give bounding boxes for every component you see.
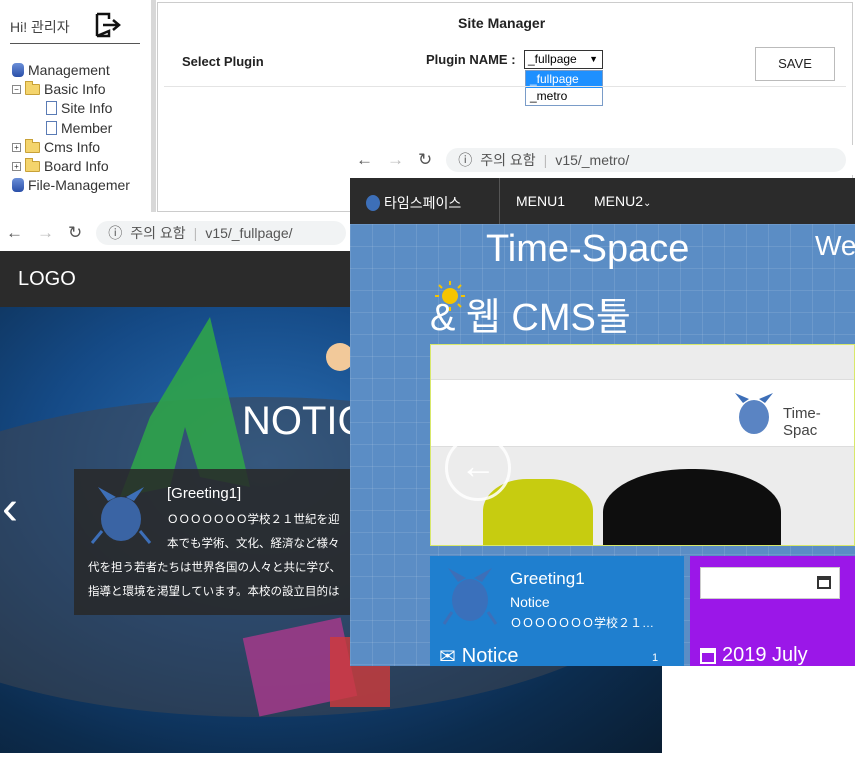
admin-sidebar: Hi! 관리자 Management − Basic Info Site Inf…: [0, 0, 152, 212]
select-plugin-label: Select Plugin: [182, 54, 264, 69]
tree-item-site-info[interactable]: Site Info: [46, 100, 112, 116]
hero-title: NOTIC: [242, 399, 367, 443]
folder-icon: [25, 80, 40, 95]
mascot-logo-icon: [735, 393, 773, 434]
plugin-dropdown-list: _fullpage _metro: [525, 70, 603, 106]
security-label: 주의 요함: [480, 152, 536, 168]
card-title: [Greeting1]: [167, 485, 242, 502]
address-bar-metro: ← → ↻ ⓘ 주의 요함 | v15/_metro/: [356, 145, 855, 175]
site-navbar: 타임스페이스 MENU1 MENU2⌄: [350, 178, 855, 224]
folder-icon: [25, 157, 40, 172]
plugin-select[interactable]: _fullpage ▼: [524, 50, 603, 69]
frame-splitter[interactable]: [151, 0, 156, 212]
mascot-icon: [366, 195, 380, 211]
separator: |: [543, 152, 548, 168]
date-input[interactable]: [700, 567, 840, 599]
url-box[interactable]: ⓘ 주의 요함 | v15/_fullpage/: [96, 221, 347, 245]
back-icon[interactable]: ←: [6, 223, 23, 243]
greeting-text: Hi! 관리자: [10, 19, 70, 35]
calendar-tile: 2019 July: [690, 556, 855, 666]
tile-title: Greeting1: [510, 569, 585, 588]
hero-title-line2: & 웹 CMS툴: [430, 297, 631, 339]
divider: [499, 178, 500, 224]
mascot-logo-icon: [90, 487, 152, 544]
url-box[interactable]: ⓘ 주의 요함 | v15/_metro/: [446, 148, 847, 172]
dropdown-arrow-icon: ▼: [589, 54, 598, 64]
url-text: v15/_fullpage/: [205, 225, 293, 241]
tree-item-cms-info[interactable]: + Cms Info: [12, 138, 100, 155]
envelope-icon: ✉: [439, 646, 456, 666]
card-text-line: 指導と環境を渇望しています。本校の設立目的は: [88, 586, 340, 598]
slider: Time-Spac ←: [430, 344, 855, 546]
globe-icon: [12, 63, 24, 77]
collapse-icon[interactable]: −: [12, 84, 21, 94]
divider: [164, 86, 846, 87]
nav-menu2[interactable]: MENU2⌄: [594, 193, 651, 209]
slide-prev-icon[interactable]: ‹: [2, 481, 18, 536]
chevron-down-icon: ⌄: [643, 198, 652, 209]
metro-site: 타임스페이스 MENU1 MENU2⌄ Time-Space & 웹 CMS툴 …: [350, 178, 855, 666]
info-icon[interactable]: ⓘ: [458, 150, 472, 170]
expand-icon[interactable]: +: [12, 161, 21, 171]
tree-item-basic-info[interactable]: − Basic Info: [12, 80, 105, 97]
calendar-title: 2019 July: [700, 644, 808, 666]
back-icon[interactable]: ←: [356, 150, 373, 170]
logout-icon[interactable]: [94, 12, 122, 38]
site-brand[interactable]: 타임스페이스: [366, 193, 461, 213]
calendar-icon[interactable]: [817, 576, 831, 589]
expand-icon[interactable]: +: [12, 142, 21, 152]
greeting-card[interactable]: [Greeting1] ＯＯＯＯＯＯＯ学校２１世紀を迎 本でも学術、文化、経済な…: [74, 469, 360, 615]
site-logo[interactable]: LOGO: [18, 268, 76, 291]
address-bar-fullpage: ← → ↻ ⓘ 주의 요함 | v15/_fullpage/: [0, 218, 350, 248]
tile-subtitle: Notice: [510, 594, 550, 610]
separator: |: [193, 225, 198, 241]
plugin-select-value: _fullpage: [528, 52, 577, 66]
forward-icon[interactable]: →: [37, 223, 54, 243]
page-title: Site Manager: [458, 15, 546, 31]
globe-icon: [12, 178, 24, 192]
slide-brand-text: Time-Spac: [783, 405, 821, 439]
greeting-tile[interactable]: Greeting1 Notice ＯＯＯＯＯＯＯ学校２１… ✉ Notice 1: [430, 556, 684, 666]
slide-image-shape: [603, 469, 781, 545]
tree-item-management[interactable]: Management: [12, 62, 110, 78]
document-icon: [46, 121, 57, 135]
hero-title-right: We: [815, 230, 855, 261]
mascot-logo-icon: [442, 568, 498, 625]
reload-icon[interactable]: ↻: [418, 150, 432, 170]
document-icon: [46, 101, 57, 115]
tree-item-file-management[interactable]: File-Managemer: [12, 177, 142, 193]
hero-title-line1: Time-Space: [486, 228, 690, 270]
security-label: 주의 요함: [130, 225, 186, 241]
divider: [10, 43, 140, 44]
slide-prev-icon[interactable]: ←: [445, 435, 511, 501]
calendar-icon: [700, 647, 716, 664]
tree-item-board-info[interactable]: + Board Info: [12, 157, 109, 174]
reload-icon[interactable]: ↻: [68, 223, 82, 243]
folder-icon: [25, 138, 40, 153]
forward-icon[interactable]: →: [387, 150, 404, 170]
nav-menu1[interactable]: MENU1: [516, 193, 565, 209]
notice-count: 1: [652, 652, 659, 664]
card-text-line: ＯＯＯＯＯＯＯ学校２１世紀を迎: [167, 514, 340, 526]
card-text-line: 代を担う若者たちは世界各国の人々と共に学び、: [88, 562, 341, 574]
plugin-name-label: Plugin NAME :: [426, 52, 516, 67]
url-text: v15/_metro/: [555, 152, 630, 168]
notice-heading: ✉ Notice: [439, 644, 518, 666]
option-metro[interactable]: _metro: [526, 88, 602, 105]
tree-item-member[interactable]: Member: [46, 120, 112, 136]
save-button[interactable]: SAVE: [755, 47, 835, 81]
info-icon[interactable]: ⓘ: [108, 223, 122, 243]
tile-text: ＯＯＯＯＯＯＯ学校２１…: [510, 616, 655, 630]
card-text-line: 本でも学術、文化、経済など様々: [167, 538, 340, 550]
